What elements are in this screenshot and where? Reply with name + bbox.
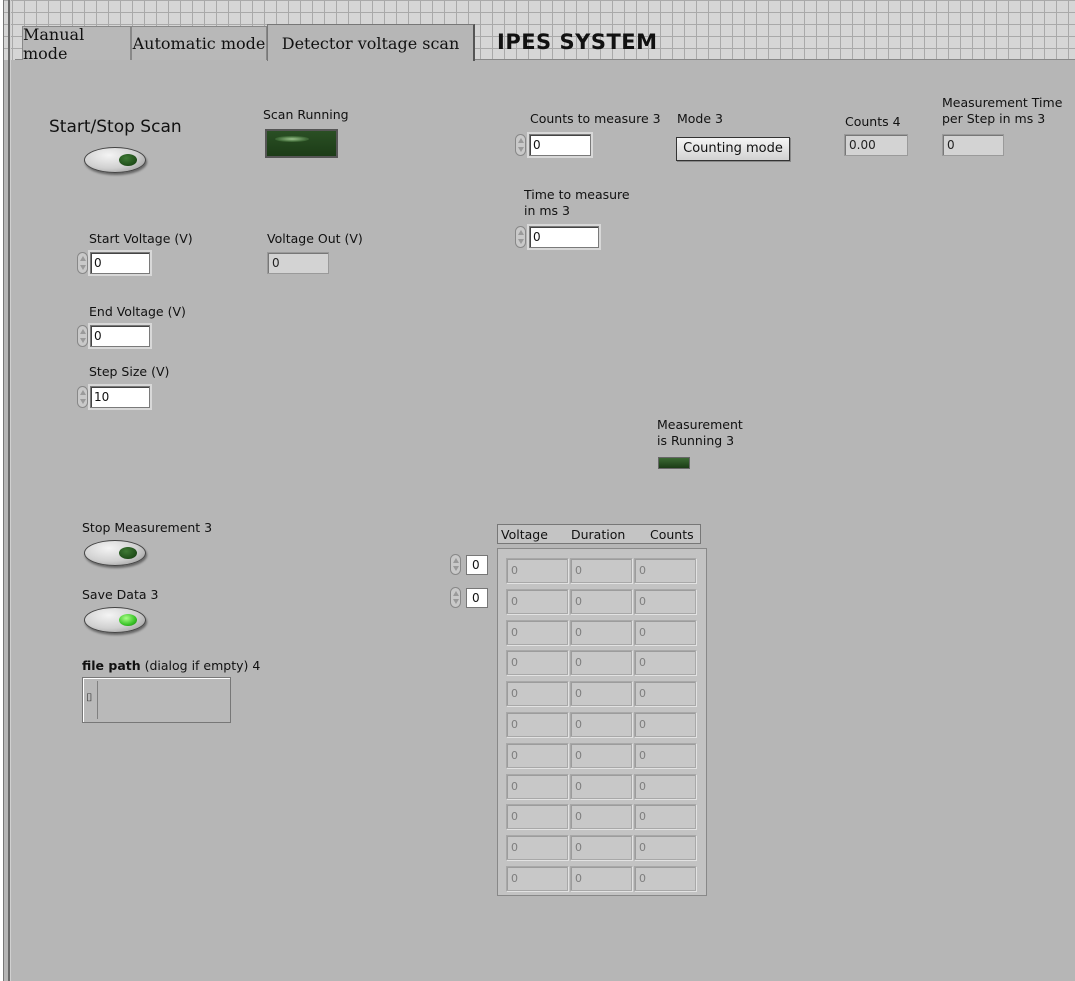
tab-manual-mode[interactable]: Manual mode	[22, 25, 131, 63]
table-cell[interactable]: 0	[506, 866, 568, 891]
window-left-border	[0, 0, 4, 981]
table-cell[interactable]: 0	[570, 588, 632, 614]
table-cell[interactable]: 0	[634, 619, 696, 645]
file-path-label-bold: file path	[82, 658, 141, 673]
time-to-measure-label-2: in ms 3	[524, 203, 570, 218]
column-header-duration: Duration	[571, 527, 626, 542]
table-cell[interactable]: 0	[506, 773, 568, 799]
table-cell[interactable]: 0	[570, 558, 632, 583]
button-led-icon	[119, 614, 137, 626]
mode-button[interactable]: Counting mode	[676, 137, 790, 161]
table-cell[interactable]: 0	[570, 804, 632, 830]
measurement-time-label-2: per Step in ms 3	[942, 111, 1046, 126]
table-cell[interactable]: 0	[570, 835, 632, 861]
table-cell[interactable]: 0	[506, 588, 568, 614]
table-cell[interactable]: 0	[570, 712, 632, 737]
start-voltage-label: Start Voltage (V)	[89, 231, 193, 246]
start-stop-scan-label: Start/Stop Scan	[49, 117, 182, 137]
table-cell[interactable]: 0	[634, 588, 696, 614]
step-size-spinner[interactable]	[77, 386, 88, 408]
table-cell[interactable]: 0	[506, 681, 568, 707]
table-cell[interactable]: 0	[570, 619, 632, 645]
start-stop-scan-button[interactable]	[84, 147, 146, 173]
table-cell[interactable]: 0	[634, 650, 696, 676]
measurement-running-label-2: is Running 3	[657, 433, 735, 448]
table-cell[interactable]: 0	[634, 742, 696, 768]
counts-to-measure-label: Counts to measure 3	[530, 111, 661, 126]
file-path-input[interactable]: ⌷	[82, 677, 231, 723]
table-cell[interactable]: 0	[634, 804, 696, 830]
table-cell[interactable]: 0	[570, 742, 632, 768]
table-cell[interactable]: 0	[570, 866, 632, 891]
stop-measurement-label: Stop Measurement 3	[82, 520, 213, 535]
measurement-time-indicator: 0	[942, 134, 1004, 156]
counts4-label: Counts 4	[845, 114, 901, 129]
end-voltage-spinner[interactable]	[77, 325, 88, 347]
table-cell[interactable]: 0	[506, 558, 568, 583]
table-cell[interactable]: 0	[570, 650, 632, 676]
step-size-input[interactable]: 10	[88, 384, 152, 410]
system-title: IPES SYSTEM	[497, 30, 658, 54]
file-path-label-rest: (dialog if empty) 4	[140, 658, 261, 673]
table-cell[interactable]: 0	[506, 712, 568, 737]
table-cell[interactable]: 0	[506, 804, 568, 830]
column-header-counts: Counts	[650, 527, 694, 542]
table-cell[interactable]: 0	[634, 773, 696, 799]
counts-to-measure-spinner[interactable]	[515, 134, 526, 156]
table-cell[interactable]: 0	[634, 558, 696, 583]
column-index-spinner[interactable]	[450, 587, 461, 608]
table-cell[interactable]: 0	[634, 712, 696, 737]
table-cell[interactable]: 0	[570, 773, 632, 799]
window-left-border-inner	[8, 0, 11, 981]
save-data-button[interactable]	[84, 607, 146, 633]
row-index-spinner[interactable]	[450, 554, 461, 575]
table-cell[interactable]: 0	[506, 650, 568, 676]
scan-running-led	[265, 129, 338, 158]
time-to-measure-input[interactable]: 0	[527, 224, 601, 250]
measurement-running-label-1: Measurement	[657, 417, 743, 432]
tab-detector-voltage-scan[interactable]: Detector voltage scan	[267, 24, 475, 61]
column-index-input[interactable]: 0	[466, 588, 488, 608]
table-cell[interactable]: 0	[634, 835, 696, 861]
table-header: Voltage Duration Counts	[497, 524, 701, 544]
measurement-running-led	[658, 457, 690, 469]
voltage-out-label: Voltage Out (V)	[267, 231, 363, 246]
stop-measurement-button[interactable]	[84, 540, 146, 566]
counts4-indicator: 0.00	[844, 134, 908, 156]
file-path-label: file path (dialog if empty) 4	[82, 658, 260, 673]
table-cell[interactable]: 0	[506, 742, 568, 768]
end-voltage-input[interactable]: 0	[88, 323, 152, 349]
time-to-measure-spinner[interactable]	[515, 226, 526, 248]
time-to-measure-label-1: Time to measure	[524, 187, 630, 202]
scan-running-label: Scan Running	[263, 107, 349, 122]
table-cell[interactable]: 0	[506, 835, 568, 861]
table-cell[interactable]: 0	[506, 619, 568, 645]
start-voltage-spinner[interactable]	[77, 252, 88, 274]
path-divider	[97, 681, 98, 719]
row-index-input[interactable]: 0	[466, 555, 488, 575]
step-size-label: Step Size (V)	[89, 364, 170, 379]
measurement-time-label-1: Measurement Time	[942, 95, 1063, 110]
end-voltage-label: End Voltage (V)	[89, 304, 186, 319]
table-cell[interactable]: 0	[570, 681, 632, 707]
voltage-out-indicator: 0	[267, 252, 329, 274]
mode-label: Mode 3	[677, 111, 723, 126]
start-voltage-input[interactable]: 0	[88, 250, 152, 276]
table-cell[interactable]: 0	[634, 681, 696, 707]
button-led-icon	[119, 547, 137, 559]
column-header-voltage: Voltage	[501, 527, 548, 542]
path-icon: ⌷	[86, 691, 93, 704]
data-table: 000000000000000000000000000000000	[497, 548, 707, 896]
table-cell[interactable]: 0	[634, 866, 696, 891]
counts-to-measure-input[interactable]: 0	[527, 132, 593, 158]
tab-automatic-mode[interactable]: Automatic mode	[131, 26, 267, 60]
button-led-icon	[119, 154, 137, 166]
save-data-label: Save Data 3	[82, 587, 159, 602]
